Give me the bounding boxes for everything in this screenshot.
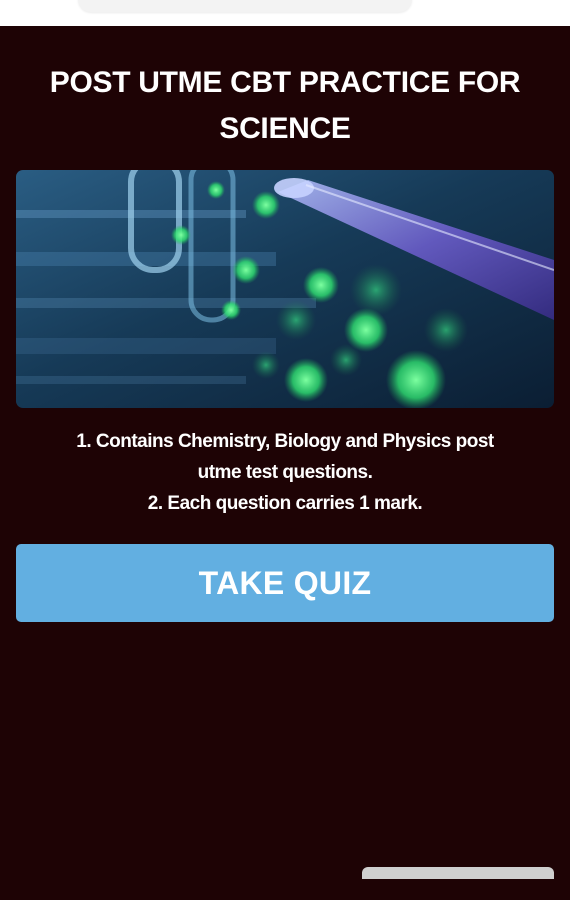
description-line-3: 2. Each question carries 1 mark. — [147, 493, 423, 514]
main-panel: POST UTME CBT PRACTICE FOR SCIENCE 1. Co… — [0, 26, 570, 900]
description-line-2: utme test questions. — [197, 462, 373, 483]
top-search-bar[interactable] — [78, 0, 412, 12]
page-title: POST UTME CBT PRACTICE FOR SCIENCE — [0, 60, 570, 152]
page-title-line-1: POST UTME CBT PRACTICE FOR — [49, 66, 521, 99]
top-strip — [0, 0, 570, 26]
take-quiz-button[interactable]: TAKE QUIZ — [16, 544, 554, 622]
hero-image — [16, 170, 554, 408]
quiz-description: 1. Contains Chemistry, Biology and Physi… — [20, 426, 550, 519]
description-line-1: 1. Contains Chemistry, Biology and Physi… — [76, 431, 494, 452]
bottom-handle[interactable] — [362, 867, 554, 879]
page-title-line-2: SCIENCE — [219, 112, 351, 145]
